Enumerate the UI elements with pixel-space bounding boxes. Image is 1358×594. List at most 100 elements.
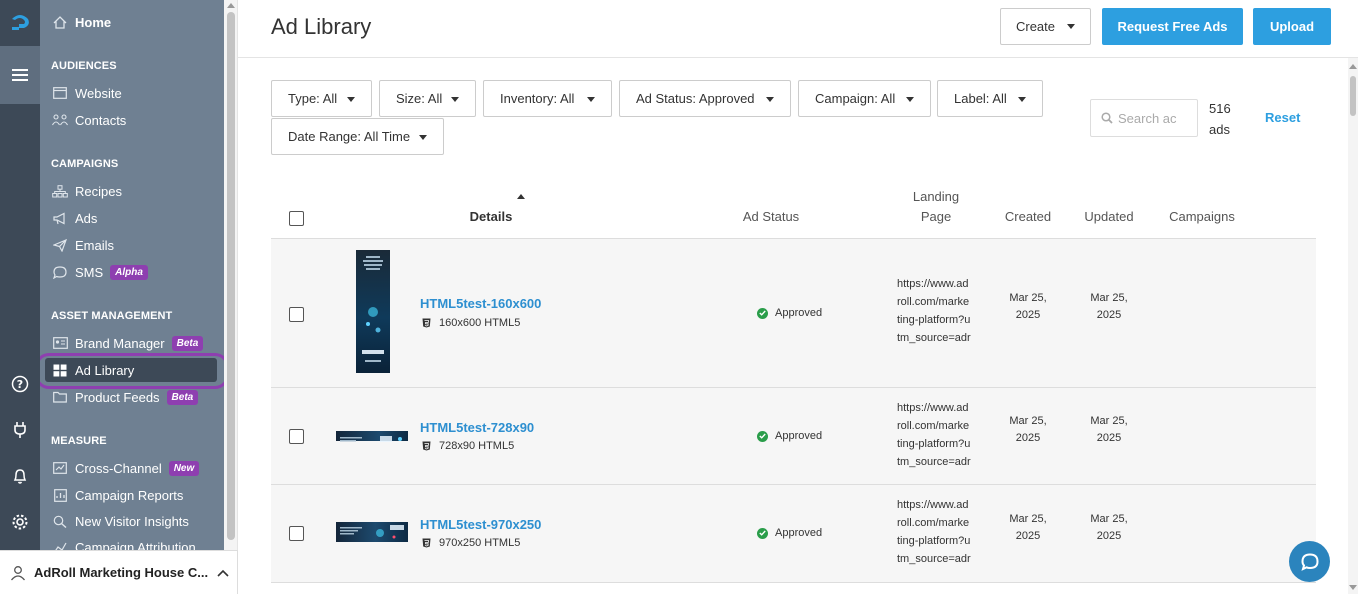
sidebar-nav: Home AUDIENCES Website Contacts CAMPAIGN… — [40, 0, 224, 550]
ad-thumbnail-728x90[interactable] — [336, 431, 408, 442]
sidebar-item-brand-manager[interactable]: Brand Manager Beta — [51, 332, 204, 354]
ads-count: 516 ads — [1209, 98, 1239, 140]
sidebar-item-website[interactable]: Website — [51, 82, 122, 104]
scroll-up-icon[interactable] — [227, 3, 235, 8]
ad-name-link[interactable]: HTML5test-160x600 — [420, 296, 541, 311]
row-checkbox[interactable] — [289, 307, 304, 322]
chevron-up-icon[interactable] — [216, 568, 230, 578]
sidebar-item-campaign-reports[interactable]: Campaign Reports — [51, 484, 183, 506]
sidebar-item-emails[interactable]: Emails — [51, 234, 114, 256]
filter-ad-status[interactable]: Ad Status: Approved — [619, 80, 791, 117]
column-created[interactable]: Created — [993, 207, 1063, 227]
sidebar-item-contacts[interactable]: Contacts — [51, 109, 126, 131]
help-icon[interactable]: ? — [0, 370, 40, 398]
table-row[interactable]: HTML5test-160x600 160x600 HTML5 Approved… — [271, 239, 1316, 388]
sidebar-item-product-feeds[interactable]: Product Feeds Beta — [51, 386, 199, 408]
page-header: Ad Library Create Request Free Ads Uploa… — [238, 0, 1358, 58]
table-row[interactable]: HTML5test-970x250 970x250 HTML5 Approved… — [271, 485, 1316, 583]
caret-down-icon — [451, 97, 459, 102]
row-checkbox[interactable] — [289, 526, 304, 541]
select-all-checkbox[interactable] — [289, 211, 304, 226]
sort-ascending-icon[interactable] — [517, 194, 525, 199]
bell-icon[interactable] — [0, 462, 40, 490]
recipes-icon — [51, 184, 69, 198]
filter-label: Label: All — [954, 91, 1007, 106]
html5-icon — [422, 441, 431, 451]
ad-preview-graphic — [340, 436, 402, 442]
filter-campaign[interactable]: Campaign: All — [798, 80, 931, 117]
user-icon — [10, 565, 26, 580]
scroll-up-icon[interactable] — [1349, 64, 1357, 69]
request-free-ads-button[interactable]: Request Free Ads — [1102, 8, 1243, 45]
approved-check-icon — [757, 527, 768, 539]
sidebar-item-campaign-attribution[interactable]: Campaign Attribution — [51, 536, 196, 550]
scrollbar-thumb[interactable] — [227, 12, 235, 540]
column-details[interactable]: Details — [431, 207, 551, 227]
landing-page-url[interactable]: https://www.ad roll.com/marke ting-platf… — [897, 275, 977, 347]
updated-date: Mar 25, 2025 — [1079, 290, 1139, 324]
landing-url-line: tm_source=adr — [897, 332, 971, 344]
section-title: AUDIENCES — [51, 60, 117, 72]
ad-name-link[interactable]: HTML5test-970x250 — [420, 517, 541, 532]
section-title: CAMPAIGNS — [51, 158, 119, 170]
date-line: 2025 — [1015, 432, 1041, 444]
ad-size-label: 160x600 HTML5 — [439, 317, 521, 329]
home-icon — [51, 15, 69, 29]
main-scrollbar[interactable] — [1348, 58, 1358, 594]
search-input[interactable]: Search ac — [1090, 99, 1198, 137]
column-landing-page-line1[interactable]: Landing — [891, 187, 981, 207]
landing-page-url[interactable]: https://www.ad roll.com/marke ting-platf… — [897, 399, 977, 471]
upload-button[interactable]: Upload — [1253, 8, 1331, 45]
sidebar-item-ads[interactable]: Ads — [51, 207, 97, 229]
sidebar-item-label: Brand Manager — [75, 335, 165, 351]
filter-size[interactable]: Size: All — [379, 80, 476, 117]
sidebar-item-new-visitor-insights[interactable]: New Visitor Insights — [51, 510, 189, 532]
beta-badge: Beta — [171, 335, 204, 351]
sidebar-item-home[interactable]: Home — [51, 11, 111, 33]
approved-check-icon — [757, 307, 768, 319]
landing-url-line: tm_source=adr — [897, 456, 971, 468]
gear-icon[interactable] — [0, 508, 40, 536]
reset-link[interactable]: Reset — [1265, 110, 1300, 125]
caret-down-icon — [419, 135, 427, 140]
column-ad-status[interactable]: Ad Status — [721, 207, 821, 227]
search-placeholder: Search ac — [1118, 110, 1177, 126]
table-row[interactable]: HTML5test-728x90 728x90 HTML5 Approved h… — [271, 388, 1316, 485]
column-landing-page-line2[interactable]: Page — [891, 207, 981, 227]
sidebar-item-sms[interactable]: SMS Alpha — [51, 261, 148, 283]
status-label: Approved — [775, 527, 823, 539]
menu-toggle-icon[interactable] — [0, 46, 40, 104]
browser-icon — [51, 86, 69, 100]
filter-inventory[interactable]: Inventory: All — [483, 80, 612, 117]
scrollbar-thumb[interactable] — [1350, 76, 1356, 116]
filter-label: Inventory: All — [500, 91, 575, 106]
landing-url-line: https://www.ad — [897, 499, 969, 511]
scroll-down-icon[interactable] — [1349, 585, 1357, 590]
column-campaigns[interactable]: Campaigns — [1155, 207, 1249, 227]
row-checkbox[interactable] — [289, 429, 304, 444]
ad-thumbnail-970x250[interactable] — [336, 522, 408, 542]
icon-rail: ? — [0, 0, 40, 594]
sidebar-item-recipes[interactable]: Recipes — [51, 180, 122, 202]
caret-down-icon — [347, 97, 355, 102]
date-line: Mar 25, — [1009, 292, 1047, 304]
plug-icon[interactable] — [0, 416, 40, 444]
filter-label-dropdown[interactable]: Label: All — [937, 80, 1043, 117]
account-switcher[interactable]: AdRoll Marketing House C... — [0, 550, 238, 594]
caret-down-icon — [766, 97, 774, 102]
sidebar-item-cross-channel[interactable]: Cross-Channel New — [51, 457, 200, 479]
date-line: 2025 — [1096, 530, 1122, 542]
create-button[interactable]: Create — [1000, 8, 1091, 45]
date-line: Mar 25, — [1090, 292, 1128, 304]
column-updated[interactable]: Updated — [1074, 207, 1144, 227]
adroll-logo-icon[interactable] — [0, 0, 40, 46]
landing-page-url[interactable]: https://www.ad roll.com/marke ting-platf… — [897, 496, 977, 568]
chat-support-button[interactable] — [1289, 541, 1330, 582]
filter-date-range[interactable]: Date Range: All Time — [271, 118, 444, 155]
sidebar-scrollbar[interactable] — [224, 0, 238, 550]
date-line: 2025 — [1096, 309, 1122, 321]
ad-thumbnail-160x600[interactable] — [356, 250, 390, 373]
filter-type[interactable]: Type: All — [271, 80, 372, 117]
caret-down-icon — [1067, 24, 1076, 29]
ad-name-link[interactable]: HTML5test-728x90 — [420, 420, 534, 435]
